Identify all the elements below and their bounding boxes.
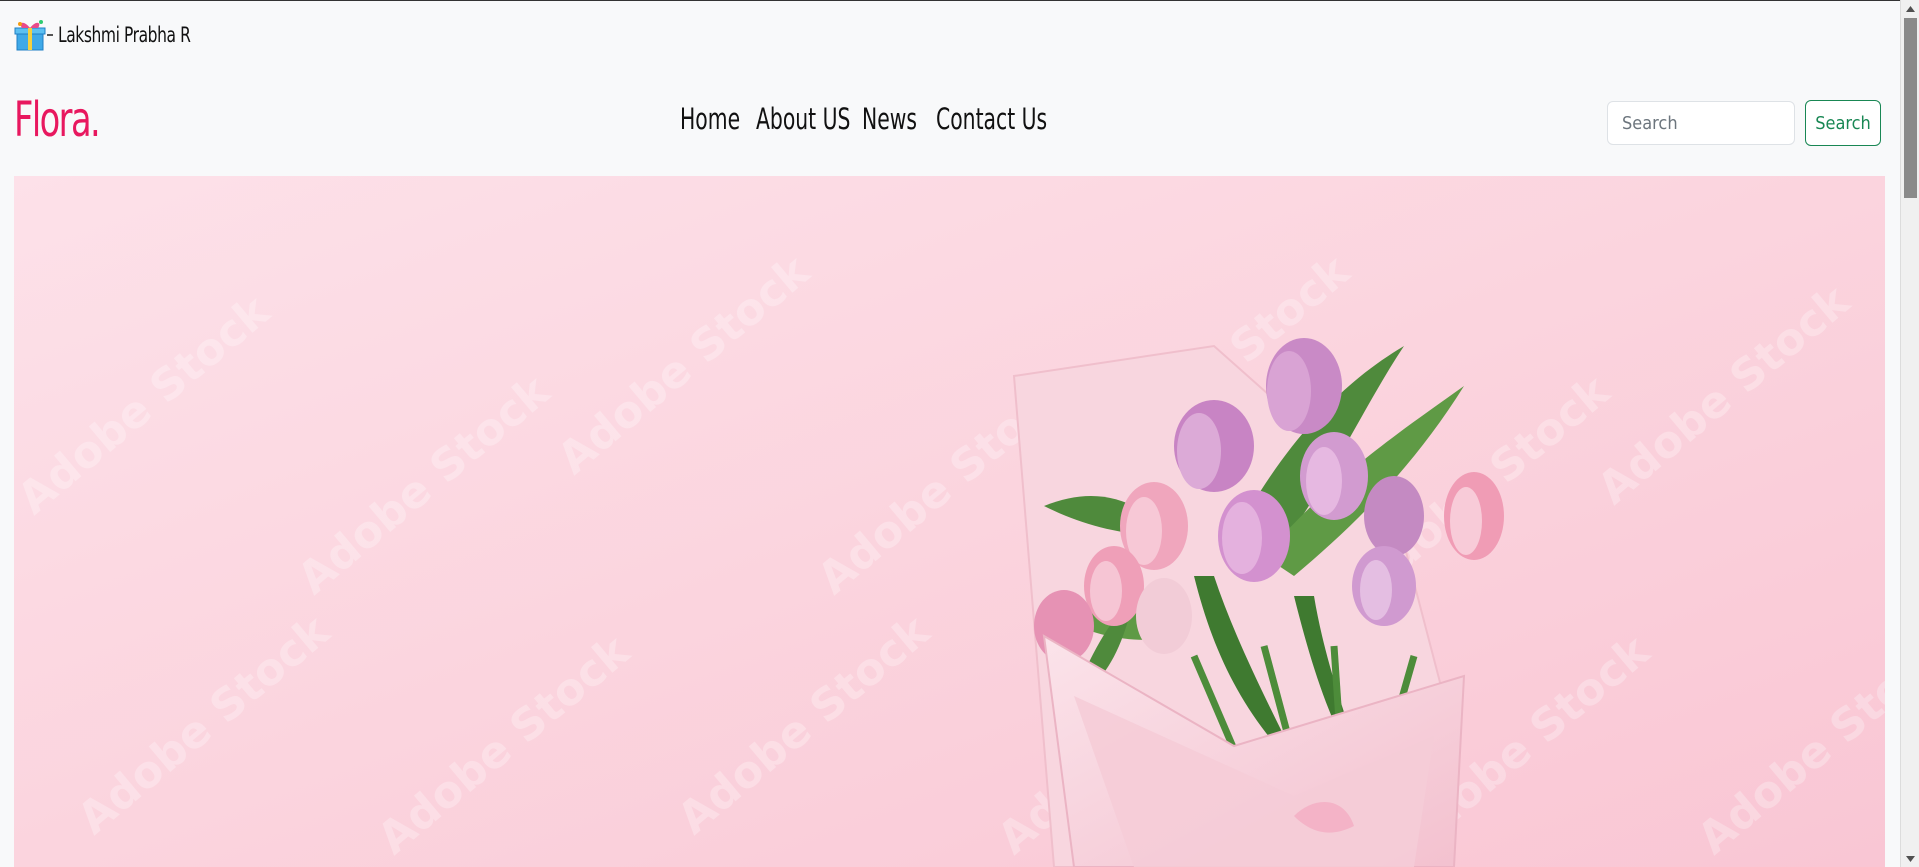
gift-box-icon	[14, 18, 54, 52]
scroll-down-icon[interactable]	[1901, 850, 1919, 867]
scrollbar-thumb[interactable]	[1904, 18, 1917, 198]
nav-link-about-us[interactable]: About US	[756, 105, 850, 134]
tulip-bouquet-illustration: Adobe Stock Adobe Stock Adobe Stock Adob…	[14, 176, 1885, 867]
navbar: Flora. Home About US News Contact Us Sea…	[0, 88, 1900, 158]
search-input[interactable]	[1607, 101, 1795, 145]
search-form: Search	[1607, 100, 1881, 146]
page: Lakshmi Prabha R Flora. Home About US Ne…	[0, 0, 1919, 867]
brand-row[interactable]: Lakshmi Prabha R	[14, 18, 220, 52]
hero-image: Adobe Stock Adobe Stock Adobe Stock Adob…	[14, 176, 1885, 867]
search-button[interactable]: Search	[1805, 100, 1881, 146]
nav-links: Home About US News Contact Us	[680, 105, 1047, 134]
site-logo[interactable]: Flora.	[14, 96, 101, 144]
brand-name: Lakshmi Prabha R	[58, 23, 191, 47]
scroll-up-icon[interactable]	[1901, 0, 1919, 17]
nav-link-home[interactable]: Home	[680, 105, 740, 134]
nav-link-contact-us[interactable]: Contact Us	[936, 105, 1047, 134]
nav-link-news[interactable]: News	[862, 105, 917, 134]
window-top-border	[0, 0, 1919, 1]
vertical-scrollbar[interactable]	[1900, 0, 1919, 867]
